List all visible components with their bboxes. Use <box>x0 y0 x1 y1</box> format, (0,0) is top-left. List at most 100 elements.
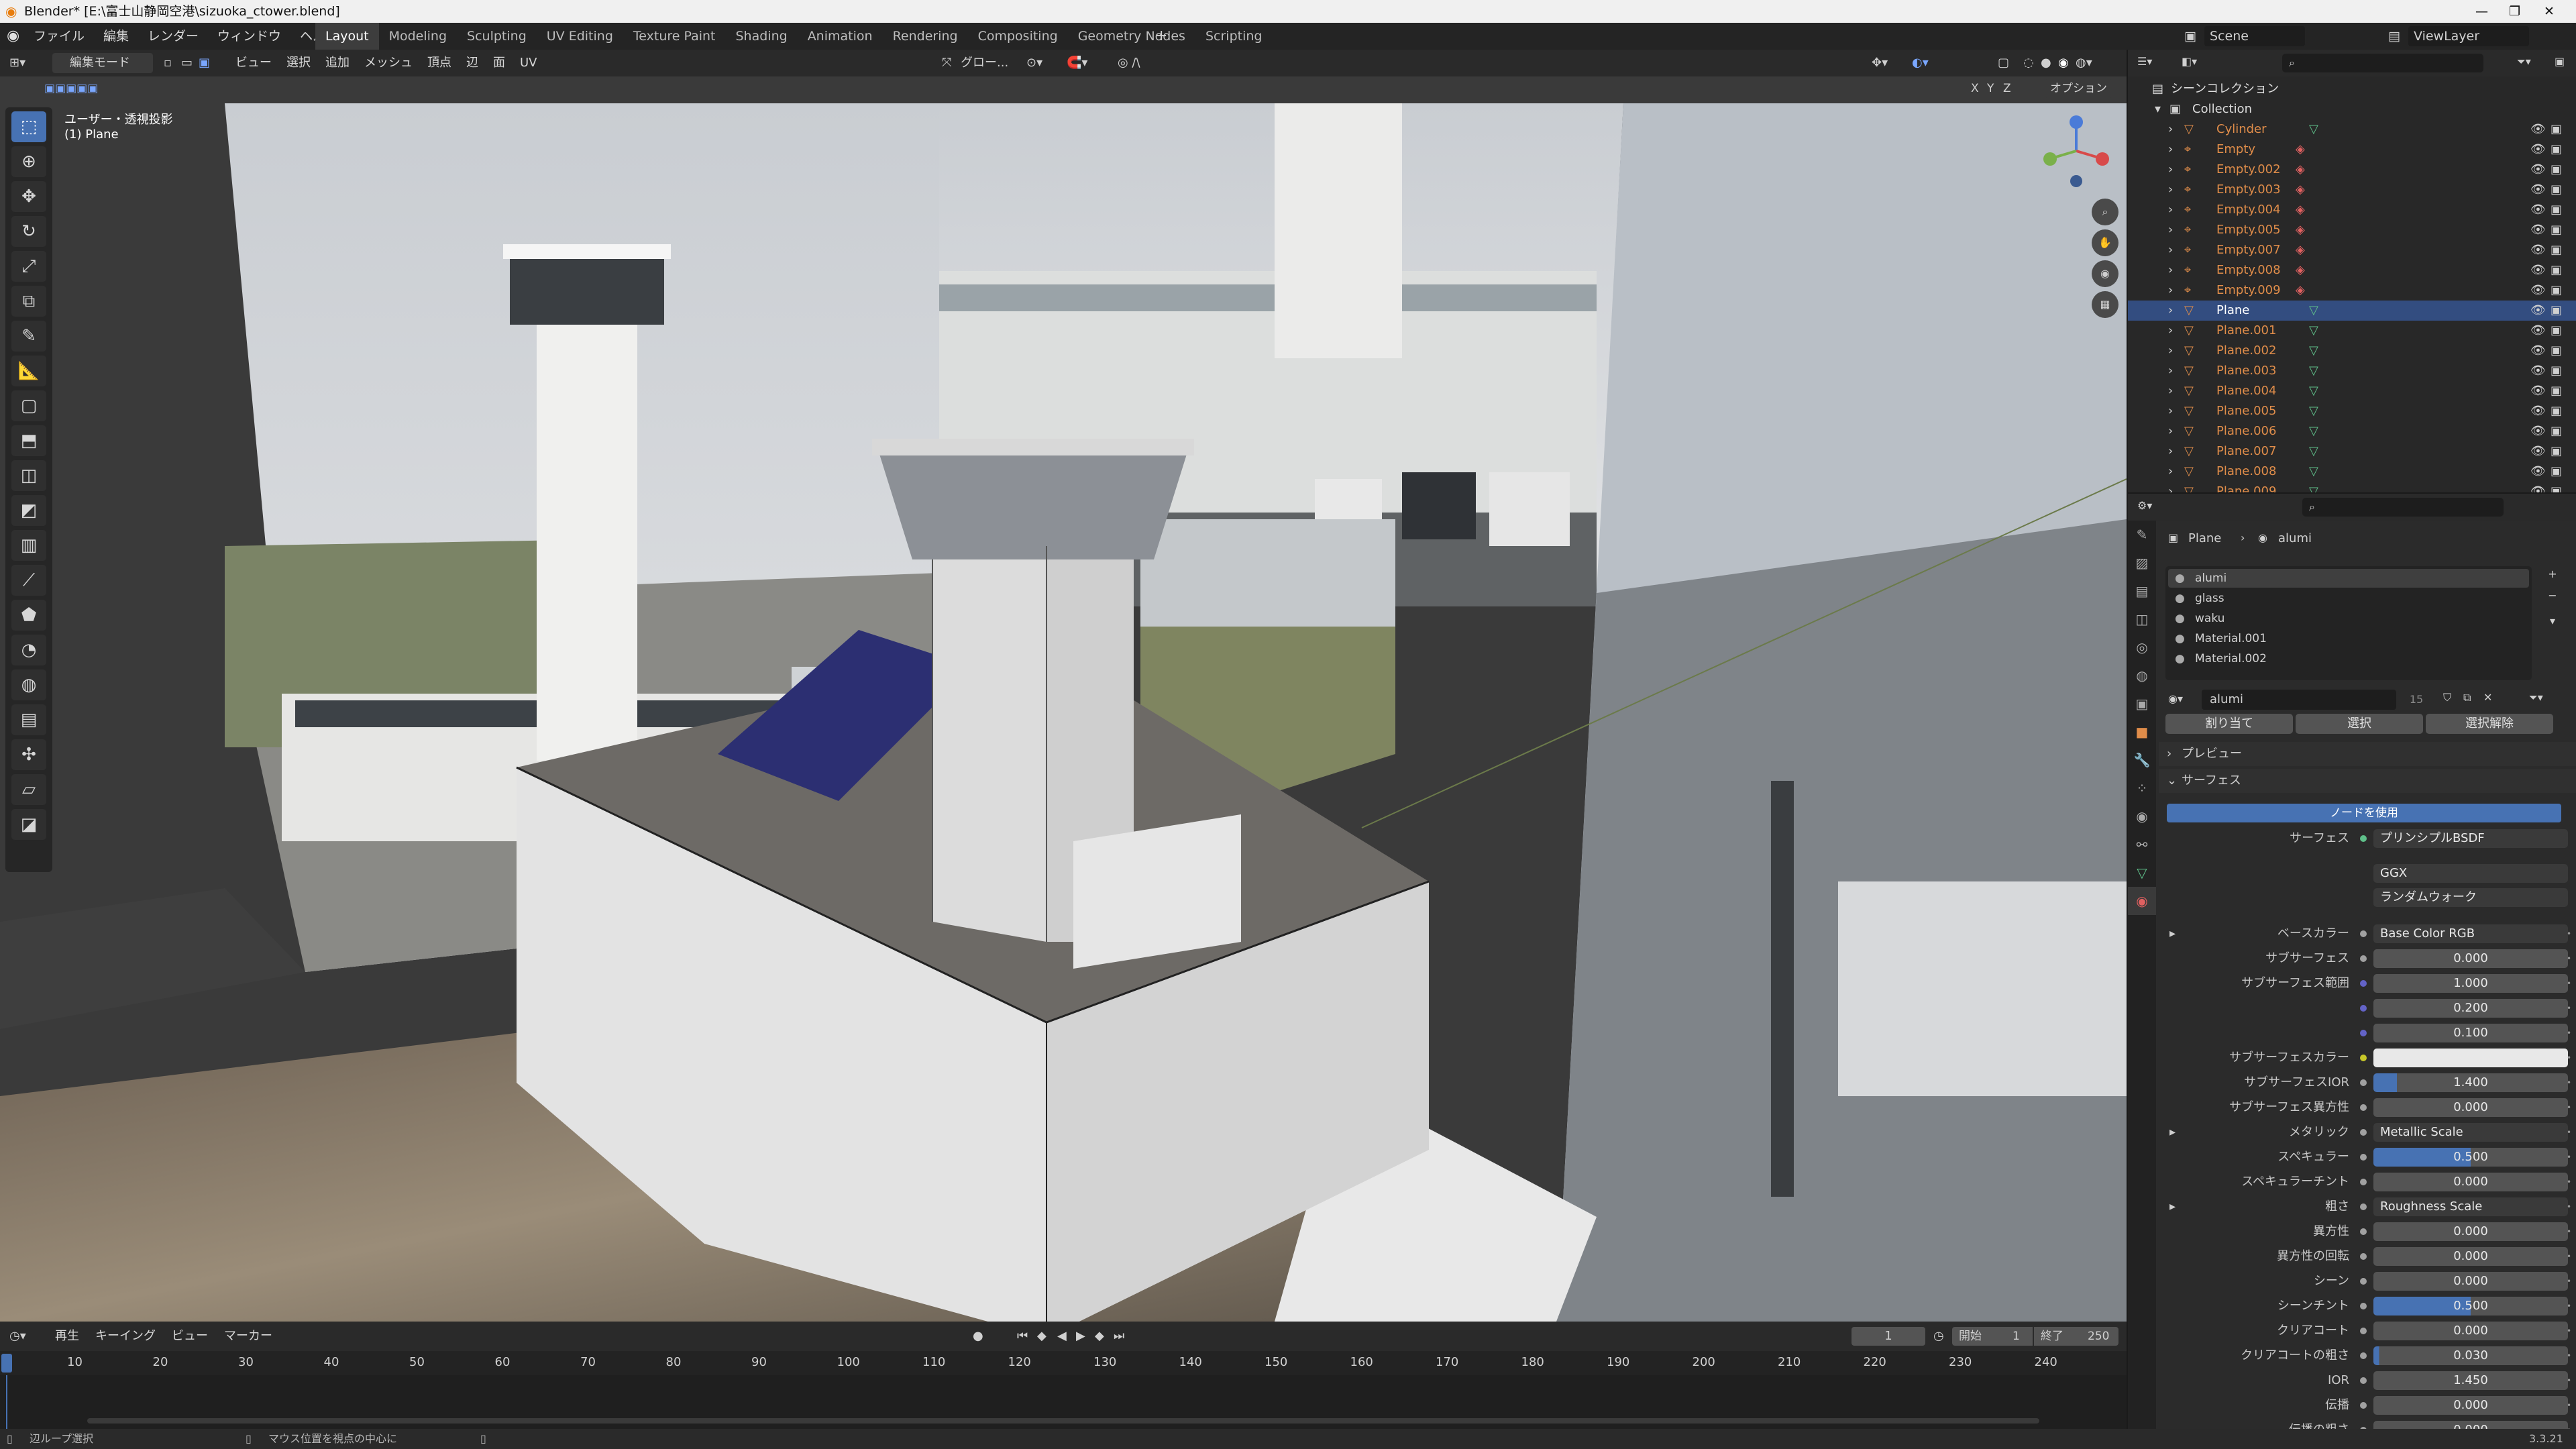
filter-icon[interactable]: ⏷▾ <box>2517 55 2531 68</box>
expand-icon[interactable]: ▾ <box>2155 99 2161 119</box>
options-menu[interactable]: オプション <box>2045 79 2112 98</box>
particles-tab-icon[interactable]: ⁘ <box>2128 774 2156 802</box>
keyframe-dot-icon[interactable]: • <box>2567 1269 2571 1293</box>
viewport-menu-item[interactable]: 面 <box>486 50 513 76</box>
select-box-icons[interactable]: ▣▣▣▣▣ <box>44 76 98 101</box>
keyframe-dot-icon[interactable]: • <box>2567 1244 2571 1269</box>
outliner-row[interactable]: › ▽ Plane.002 ▽ 👁 ▣ <box>2128 341 2576 361</box>
socket-icon[interactable] <box>2360 930 2367 937</box>
next-key-icon[interactable]: ◆ <box>1095 1322 1104 1351</box>
socket-icon[interactable] <box>2360 980 2367 987</box>
gizmo-toggle-icon[interactable]: ✥▾ <box>1872 50 1888 76</box>
inset-tool-icon[interactable]: ◫ <box>11 460 46 491</box>
visibility-eye-icon[interactable]: 👁 <box>2530 240 2546 260</box>
render-camera-icon[interactable]: ▣ <box>2551 401 2562 421</box>
timeline-area[interactable] <box>0 1375 2127 1429</box>
outliner-row[interactable]: › ⌖ Empty.009 ◈ 👁 ▣ <box>2128 280 2576 301</box>
keyframe-dot-icon[interactable]: • <box>2567 1021 2571 1045</box>
surface-shader-field[interactable]: プリンシプルBSDF <box>2373 829 2568 848</box>
render-camera-icon[interactable]: ▣ <box>2551 301 2562 321</box>
workspace-tab[interactable]: Rendering <box>883 23 968 50</box>
render-camera-icon[interactable]: ▣ <box>2551 200 2562 220</box>
visibility-eye-icon[interactable]: 👁 <box>2530 200 2546 220</box>
keyframe-dot-icon[interactable]: • <box>2567 947 2571 971</box>
material-browse-icon[interactable]: ◉▾ <box>2168 692 2183 705</box>
shader-input-field[interactable]: Roughness Scale <box>2373 1197 2568 1216</box>
menu-item[interactable]: ウィンドウ <box>208 23 290 50</box>
outliner-row[interactable]: › ⌖ Empty.004 ◈ 👁 ▣ <box>2128 200 2576 220</box>
keyframe-dot-icon[interactable]: • <box>2567 922 2571 946</box>
keyframe-dot-icon[interactable]: • <box>2567 1095 2571 1120</box>
3d-viewport[interactable]: ⌕ ✋ ◉ ▦ ユーザー・透視投影 (1) Plane <box>0 76 2127 1322</box>
scene-selector[interactable]: Scene <box>2204 26 2305 46</box>
transform-tool-icon[interactable]: ⧉ <box>11 286 46 317</box>
socket-icon[interactable] <box>2360 1303 2367 1309</box>
render-camera-icon[interactable]: ▣ <box>2551 361 2562 381</box>
visibility-eye-icon[interactable]: 👁 <box>2530 180 2546 200</box>
shading-wireframe-icon[interactable]: ◌ <box>2023 50 2034 76</box>
socket-icon[interactable] <box>2360 1079 2367 1086</box>
workspace-tab[interactable]: Compositing <box>968 23 1068 50</box>
outliner-row[interactable]: › ⌖ Empty.008 ◈ 👁 ▣ <box>2128 260 2576 280</box>
socket-icon[interactable] <box>2360 1228 2367 1235</box>
assign-button[interactable]: 割り当て <box>2165 714 2293 734</box>
autokey-icon[interactable]: ● <box>973 1322 983 1351</box>
outliner-row[interactable]: › ▽ Plane.003 ▽ 👁 ▣ <box>2128 361 2576 381</box>
viewport-menu-item[interactable]: 辺 <box>459 50 486 76</box>
fake-user-icon[interactable]: ⛉ <box>2443 691 2451 704</box>
viewport-menu-item[interactable]: UV <box>513 50 545 76</box>
keyframe-dot-icon[interactable]: • <box>2567 1319 2571 1343</box>
render-camera-icon[interactable]: ▣ <box>2551 180 2562 200</box>
maximize-icon[interactable]: ❐ <box>2509 0 2520 23</box>
knife-tool-icon[interactable]: ⟋ <box>11 565 46 596</box>
shader-input-field[interactable]: 0.000 <box>2373 1396 2568 1415</box>
render-camera-icon[interactable]: ▣ <box>2551 220 2562 240</box>
select-mode-vertex-icon[interactable]: ▫ <box>164 50 172 76</box>
outliner-row[interactable]: › ▽ Plane.006 ▽ 👁 ▣ <box>2128 421 2576 441</box>
add-cube-tool-icon[interactable]: ▢ <box>11 390 46 421</box>
loop-cut-tool-icon[interactable]: ▥ <box>11 530 46 561</box>
timeline-scrollbar[interactable] <box>87 1418 2039 1424</box>
render-tab-icon[interactable]: ▨ <box>2128 549 2156 577</box>
scene-tab-icon[interactable]: ◎ <box>2128 633 2156 661</box>
expand-icon[interactable]: › <box>2168 462 2173 482</box>
use-nodes-button[interactable]: ノードを使用 <box>2167 804 2561 822</box>
annotate-tool-icon[interactable]: ✎ <box>11 321 46 352</box>
visibility-eye-icon[interactable]: 👁 <box>2530 321 2546 341</box>
keyframe-dot-icon[interactable]: • <box>2567 996 2571 1020</box>
render-camera-icon[interactable]: ▣ <box>2551 160 2562 180</box>
visibility-eye-icon[interactable]: 👁 <box>2530 361 2546 381</box>
expand-icon[interactable]: › <box>2168 200 2173 220</box>
keyframe-dot-icon[interactable]: • <box>2567 1220 2571 1244</box>
poly-build-tool-icon[interactable]: ⬟ <box>11 600 46 631</box>
menu-item[interactable]: レンダー <box>138 23 208 50</box>
expand-icon[interactable]: › <box>2168 119 2173 140</box>
shader-input-field[interactable]: 1.400 <box>2373 1073 2568 1092</box>
transform-orientation-selector[interactable]: グロー... <box>961 50 1034 76</box>
proportional-edit-icon[interactable]: ◎ /\ <box>1118 50 1140 76</box>
physics-tab-icon[interactable]: ◉ <box>2128 802 2156 830</box>
visibility-eye-icon[interactable]: 👁 <box>2530 401 2546 421</box>
keyframe-dot-icon[interactable]: • <box>2567 1393 2571 1417</box>
socket-icon[interactable] <box>2360 1278 2367 1285</box>
visibility-eye-icon[interactable]: 👁 <box>2530 280 2546 301</box>
outliner-search-input[interactable]: ⌕ <box>2282 54 2483 72</box>
render-camera-icon[interactable]: ▣ <box>2551 462 2562 482</box>
socket-icon[interactable] <box>2360 1154 2367 1161</box>
editor-type-icon[interactable]: ⊞▾ <box>9 50 25 76</box>
timeline-editor-icon[interactable]: ◷▾ <box>9 1322 26 1351</box>
properties-search-input[interactable]: ⌕ <box>2302 498 2504 517</box>
outliner-row[interactable]: › ▽ Plane.001 ▽ 👁 ▣ <box>2128 321 2576 341</box>
render-camera-icon[interactable]: ▣ <box>2551 140 2562 160</box>
material-slot[interactable]: ● Material.002 <box>2168 649 2529 668</box>
workspace-tab[interactable]: Shading <box>726 23 798 50</box>
distribution-dropdown[interactable]: GGX <box>2373 864 2568 883</box>
socket-icon[interactable] <box>2360 1203 2367 1210</box>
expand-icon[interactable]: › <box>2168 160 2173 180</box>
viewport-menu-item[interactable]: 選択 <box>279 50 318 76</box>
render-camera-icon[interactable]: ▣ <box>2551 381 2562 401</box>
select-mode-face-icon[interactable]: ▣ <box>199 50 210 76</box>
expand-icon[interactable]: ▸ <box>2169 1195 2176 1219</box>
shader-input-field[interactable]: 0.000 <box>2373 1247 2568 1266</box>
expand-icon[interactable]: › <box>2168 421 2173 441</box>
